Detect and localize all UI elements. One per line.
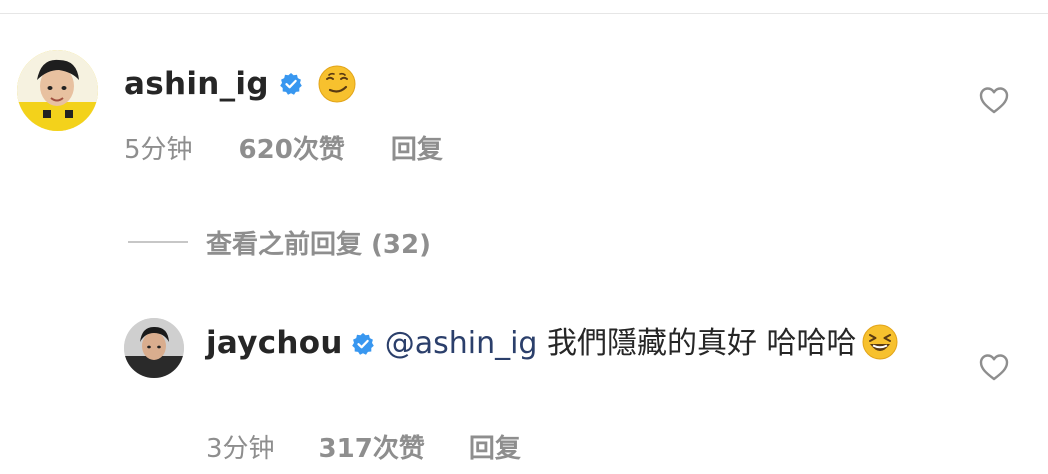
smirk-emoji-icon	[317, 64, 357, 104]
laughing-emoji-icon	[861, 323, 899, 361]
avatar[interactable]	[124, 318, 184, 378]
comment-time: 3分钟	[206, 433, 275, 464]
top-divider	[0, 13, 1048, 14]
view-previous-replies-button[interactable]: 查看之前回复 (32)	[128, 223, 431, 261]
verified-badge-icon	[279, 72, 303, 96]
comment-likes[interactable]: 620次赞	[239, 129, 345, 166]
comment-body-text: 我們隱藏的真好 哈哈哈	[537, 326, 857, 361]
comment-username[interactable]: ashin_ig	[124, 66, 269, 102]
avatar-image	[124, 318, 184, 378]
heart-outline-icon[interactable]	[978, 85, 1010, 115]
comment-likes[interactable]: 317次赞	[319, 428, 425, 465]
avatar-image	[17, 50, 98, 131]
reply-button[interactable]: 回复	[469, 428, 521, 465]
heart-outline-icon[interactable]	[978, 352, 1010, 382]
view-replies-label: 查看之前回复 (32)	[206, 229, 431, 260]
comment-time: 5分钟	[124, 134, 193, 165]
comment-text: jaychou @ashin_ig 我們隱藏的真好 哈哈哈	[206, 317, 946, 370]
reply-button[interactable]: 回复	[391, 129, 443, 166]
comment-meta: 5分钟 620次赞 回复	[124, 128, 443, 166]
avatar[interactable]	[17, 50, 98, 131]
replies-divider-line	[128, 241, 188, 243]
comment-meta: 3分钟 317次赞 回复	[206, 427, 521, 465]
verified-badge-icon	[351, 321, 375, 355]
comment-username[interactable]: jaychou	[206, 325, 343, 361]
mention-link[interactable]: @ashin_ig	[385, 326, 538, 361]
